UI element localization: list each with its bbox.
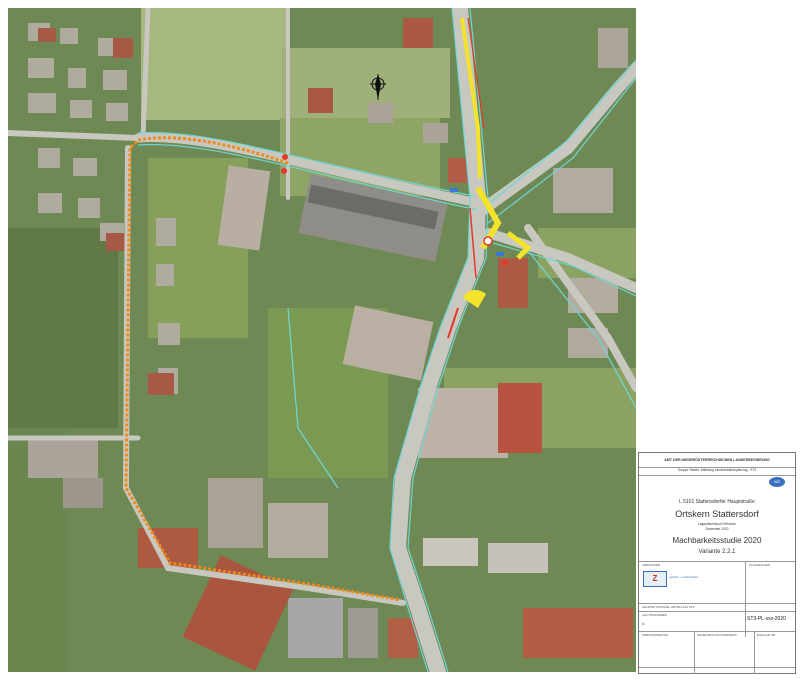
verfasser-label: VERFASSER: [642, 563, 661, 567]
department-label: Gruppe Straße, Abteilung Landesstraßenpl…: [677, 468, 757, 472]
woods-west: [8, 228, 118, 428]
aerial-site-plan: [8, 8, 636, 672]
plan-title-block: AMT DER NIEDERÖSTERREICHISCHEN LANDESREG…: [638, 452, 796, 674]
index-value: A: [642, 621, 645, 626]
orthophoto-map: [8, 8, 636, 672]
project-title: Ortskern Stattersdorf: [675, 509, 759, 519]
noe-logo: NÖ: [769, 477, 785, 487]
index-change-label: INDEXÄNDERUNG: [642, 633, 669, 637]
plan-type: Lageplanentwurf Orthofoto: [698, 522, 736, 526]
variant-label: Variante 2.2.1: [698, 549, 736, 555]
road-name: L 5101 Stattersdorfer Hauptstraße: [679, 499, 755, 505]
zip-logo: Z: [643, 571, 667, 587]
plan-date: Dezember 2020: [705, 527, 729, 531]
firm-name: verkehr + infrastruktur: [669, 575, 699, 579]
approval-label: GENEHMIGUNGSVERMERK: [697, 633, 737, 637]
gruppe-label: GRUPPE STRASSE, ABTEILUNG ST3: [642, 605, 695, 609]
meadow-field: [282, 48, 450, 118]
planzeichen-label: PLANZEICHEN: [749, 563, 771, 567]
plan-number: ST3-PL-xxx-2020: [747, 616, 786, 622]
auftraggeber-label: AUFTRAGGEBER: [642, 613, 667, 617]
einlage-label: EINLAGE NR.: [757, 633, 777, 637]
authority-label: AMT DER NIEDERÖSTERREICHISCHEN LANDESREG…: [664, 458, 770, 462]
meadow-north: [141, 8, 286, 120]
study-title: Machbarkeitsstudie 2020: [672, 536, 762, 545]
